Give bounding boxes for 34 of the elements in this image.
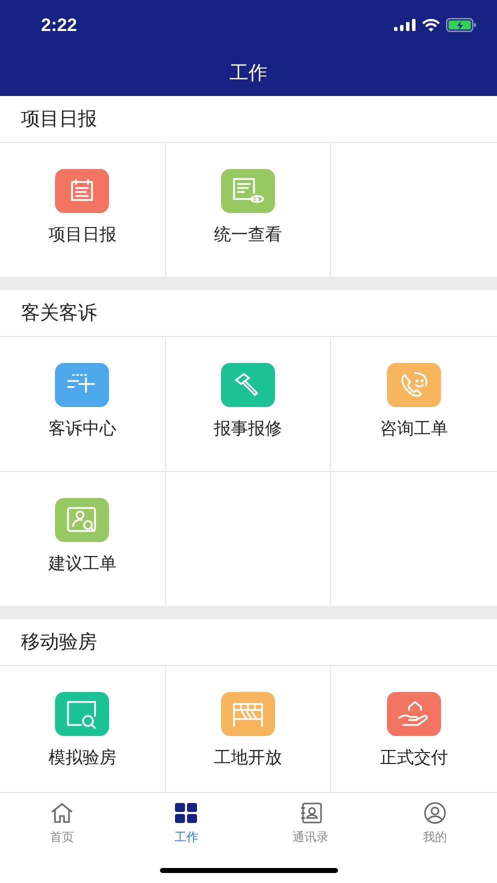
tile-label: 正式交付 xyxy=(380,747,448,769)
signal-icon xyxy=(394,19,416,31)
app-tile[interactable]: 工地开放 xyxy=(166,666,332,792)
tile-label: 报事报修 xyxy=(214,418,282,440)
contacts-icon xyxy=(298,802,323,824)
app-tile[interactable]: 客诉中心 xyxy=(0,337,166,472)
app-tile[interactable]: 项目日报 xyxy=(0,143,166,278)
tab-item[interactable]: 首页 xyxy=(0,802,124,846)
tile-label: 工地开放 xyxy=(214,747,282,769)
tile-label: 客诉中心 xyxy=(48,418,116,440)
app-tile[interactable]: 模拟验房 xyxy=(0,666,166,792)
tile-label: 统一查看 xyxy=(214,224,282,246)
page-title: 工作 xyxy=(230,61,268,86)
app-tile[interactable]: 咨询工单 xyxy=(331,337,497,472)
home-icon xyxy=(50,802,74,824)
tile-label: 建议工单 xyxy=(48,553,116,575)
status-time: 2:22 xyxy=(41,14,78,36)
tab-item[interactable]: 我的 xyxy=(372,802,497,846)
section-title: 项目日报 xyxy=(21,107,97,132)
tile-label: 模拟验房 xyxy=(48,747,116,769)
app-tile[interactable]: 正式交付 xyxy=(331,666,497,792)
grid-icon xyxy=(174,802,198,824)
section-title: 客关客诉 xyxy=(21,301,97,326)
tile-label: 咨询工单 xyxy=(380,418,448,440)
section-title: 移动验房 xyxy=(21,630,97,655)
battery-icon xyxy=(446,18,477,32)
tab-item[interactable]: 工作 xyxy=(124,802,248,846)
profile-icon xyxy=(422,802,447,824)
app-tile[interactable]: 建议工单 xyxy=(0,472,166,607)
app-tile[interactable]: 统一查看 xyxy=(166,143,332,278)
app-tile[interactable]: 报事报修 xyxy=(166,337,332,472)
tab-item[interactable]: 通讯录 xyxy=(248,802,373,846)
tile-label: 项目日报 xyxy=(48,224,116,246)
wifi-icon xyxy=(422,18,440,32)
